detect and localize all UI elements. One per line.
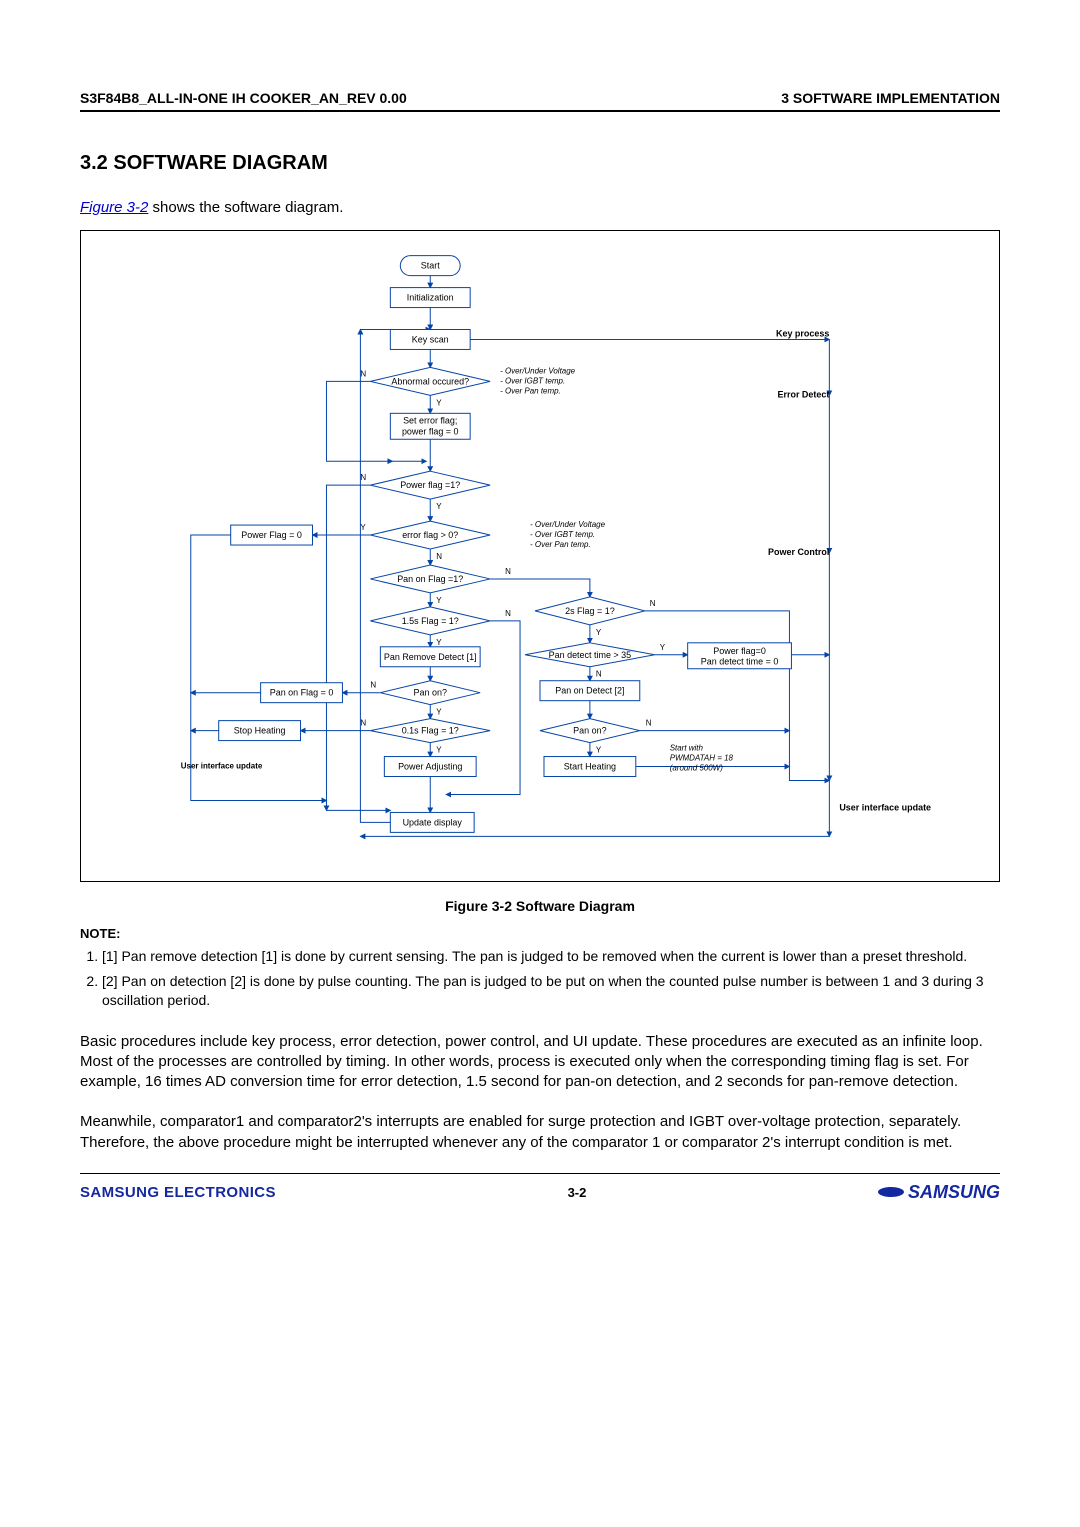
page-number: 3-2 — [568, 1185, 587, 1200]
svg-text:0.1s Flag = 1?: 0.1s Flag = 1? — [402, 726, 459, 736]
svg-text:1.5s Flag = 1?: 1.5s Flag = 1? — [402, 616, 459, 626]
svg-text:- Over/Under Voltage: - Over/Under Voltage — [530, 520, 606, 529]
document-header: S3F84B8_ALL-IN-ONE IH COOKER_AN_REV 0.00… — [80, 90, 1000, 112]
svg-text:N: N — [436, 552, 442, 561]
svg-text:N: N — [505, 567, 511, 576]
note-list: [1] Pan remove detection [1] is done by … — [80, 947, 1000, 1010]
figure-reference-link[interactable]: Figure 3-2 — [80, 199, 148, 216]
body-paragraph: Meanwhile, comparator1 and comparator2's… — [80, 1112, 1000, 1153]
svg-text:Start with: Start with — [670, 744, 704, 753]
svg-text:N: N — [650, 599, 656, 608]
svg-text:error flag > 0?: error flag > 0? — [402, 530, 458, 540]
header-left: S3F84B8_ALL-IN-ONE IH COOKER_AN_REV 0.00 — [80, 90, 407, 106]
svg-text:Key process: Key process — [776, 328, 829, 338]
svg-text:Y: Y — [660, 643, 666, 652]
svg-text:(around 500W): (around 500W) — [670, 764, 723, 773]
svg-text:- Over/Under Voltage: - Over/Under Voltage — [500, 366, 576, 375]
svg-text:N: N — [360, 473, 366, 482]
svg-text:N: N — [505, 609, 511, 618]
svg-text:N: N — [360, 369, 366, 378]
svg-text:User interface update: User interface update — [181, 762, 263, 771]
note-item: [1] Pan remove detection [1] is done by … — [102, 947, 1000, 966]
svg-text:N: N — [596, 670, 602, 679]
svg-text:Y: Y — [436, 596, 442, 605]
svg-text:Power Flag = 0: Power Flag = 0 — [241, 530, 302, 540]
svg-text:Pan on Flag = 0: Pan on Flag = 0 — [270, 688, 334, 698]
svg-text:Power Adjusting: Power Adjusting — [398, 762, 462, 772]
document-footer: SAMSUNG ELECTRONICS 3-2 SAMSUNG — [80, 1173, 1000, 1203]
figure-container: Start Initialization Key scan Key proces… — [80, 230, 1000, 882]
body-paragraph: Basic procedures include key process, er… — [80, 1032, 1000, 1093]
note-heading: NOTE: — [80, 926, 1000, 941]
logo-ellipse-icon — [878, 1187, 904, 1197]
svg-text:Pan Remove Detect [1]: Pan Remove Detect [1] — [384, 652, 477, 662]
svg-text:Y: Y — [596, 628, 602, 637]
svg-text:User interface update: User interface update — [839, 802, 931, 812]
svg-text:Power flag=0: Power flag=0 — [713, 646, 766, 656]
header-right: 3 SOFTWARE IMPLEMENTATION — [781, 90, 1000, 106]
svg-text:Start: Start — [421, 261, 440, 271]
svg-text:Update display: Update display — [403, 817, 463, 827]
svg-text:- Over Pan temp.: - Over Pan temp. — [530, 540, 591, 549]
intro-text: Figure 3-2 shows the software diagram. — [80, 199, 1000, 216]
svg-text:Y: Y — [360, 523, 366, 532]
samsung-logo: SAMSUNG — [878, 1182, 1000, 1203]
svg-text:Error Detect: Error Detect — [778, 389, 830, 399]
figure-caption: Figure 3-2 Software Diagram — [80, 898, 1000, 914]
section-heading: 3.2 SOFTWARE DIAGRAM — [80, 152, 1000, 175]
software-flowchart: Start Initialization Key scan Key proces… — [91, 241, 989, 871]
svg-text:N: N — [646, 719, 652, 728]
svg-text:N: N — [360, 719, 366, 728]
footer-brand-left: SAMSUNG ELECTRONICS — [80, 1184, 276, 1201]
svg-text:Y: Y — [436, 398, 442, 407]
svg-text:Y: Y — [436, 746, 442, 755]
svg-text:Abnormal occured?: Abnormal occured? — [391, 376, 469, 386]
svg-text:PWMDATAH = 18: PWMDATAH = 18 — [670, 754, 734, 763]
svg-text:Power Control: Power Control — [768, 547, 829, 557]
svg-text:Start Heating: Start Heating — [564, 762, 616, 772]
svg-text:Initialization: Initialization — [407, 293, 454, 303]
svg-text:Y: Y — [596, 746, 602, 755]
svg-text:N: N — [370, 681, 376, 690]
svg-text:Pan on?: Pan on? — [414, 688, 447, 698]
intro-rest: shows the software diagram. — [148, 199, 343, 216]
svg-text:2s Flag = 1?: 2s Flag = 1? — [565, 606, 615, 616]
footer-brand-right-text: SAMSUNG — [908, 1182, 1000, 1203]
svg-text:Y: Y — [436, 708, 442, 717]
svg-text:Power flag =1?: Power flag =1? — [400, 480, 460, 490]
svg-text:Pan detect time = 0: Pan detect time = 0 — [701, 657, 779, 667]
svg-text:- Over IGBT temp.: - Over IGBT temp. — [530, 530, 595, 539]
svg-text:Stop Heating: Stop Heating — [234, 726, 286, 736]
svg-text:Y: Y — [436, 638, 442, 647]
svg-text:power flag = 0: power flag = 0 — [402, 426, 459, 436]
svg-text:Set error flag;: Set error flag; — [403, 415, 457, 425]
svg-text:Pan on Detect [2]: Pan on Detect [2] — [555, 686, 624, 696]
svg-text:Pan detect time > 35: Pan detect time > 35 — [549, 650, 632, 660]
svg-text:- Over IGBT temp.: - Over IGBT temp. — [500, 376, 565, 385]
note-item: [2] Pan on detection [2] is done by puls… — [102, 972, 1000, 1010]
svg-text:Y: Y — [436, 502, 442, 511]
svg-text:- Over Pan temp.: - Over Pan temp. — [500, 386, 561, 395]
svg-text:Key scan: Key scan — [412, 334, 449, 344]
svg-text:Pan on Flag =1?: Pan on Flag =1? — [397, 574, 463, 584]
svg-text:Pan on?: Pan on? — [573, 726, 606, 736]
